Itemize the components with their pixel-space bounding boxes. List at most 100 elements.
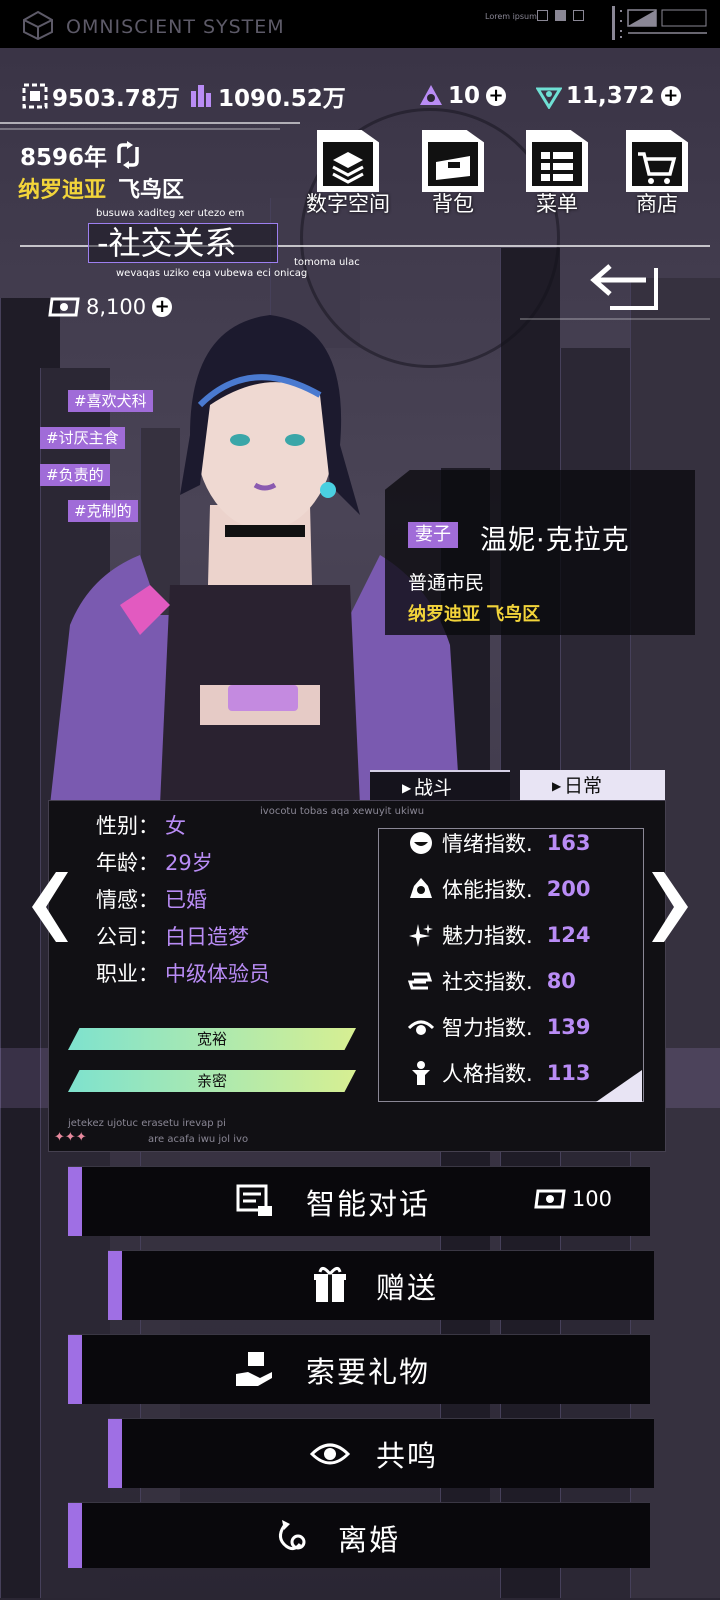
chat-button[interactable]: 智能对话 100 [68,1166,650,1236]
sparkle-icon [409,924,433,947]
stat-value: 139 [546,1015,591,1039]
info-age: 年龄： 29岁 [96,847,213,877]
info-value: 中级体验员 [165,962,270,986]
hand-gift-icon [236,1352,272,1386]
info-job: 职业： 中级体验员 [96,958,270,988]
corner-decor-icon [596,1070,642,1102]
nav-menu[interactable]: 菜单 [522,130,592,216]
stat-label: 魅力指数. [442,924,533,948]
accent-bar [68,1167,82,1236]
decor-icon [612,6,707,40]
person-icon [412,1061,430,1085]
nav-digital-space[interactable]: 数字空间 [306,130,390,216]
stat-fitness: 体能指数. 200 [408,874,591,904]
panel-caption-bottom: jetekez ujotuc erasetu irevap pi [68,1118,226,1129]
prev-arrow-icon[interactable] [28,872,72,942]
add-token-button[interactable]: + [486,86,507,106]
character-name: 温妮·克拉克 [480,525,630,556]
gift-button[interactable]: 赠送 [108,1250,654,1320]
chat-cost: 100 [534,1187,612,1211]
tab-combat-label: 战斗 [414,777,453,799]
info-key: 公司： [96,925,159,949]
stat-label: 社交指数. [442,970,533,994]
stat-emotion: 情绪指数. 163 [408,828,591,858]
tag: #喜欢犬科 [68,390,153,412]
tab-combat[interactable]: ▶ 战斗 [370,770,510,802]
close-icon[interactable] [573,10,584,21]
info-company: 公司： 白日造梦 [96,921,249,951]
tab-arrow-icon: ▶ [552,779,562,793]
panel-caption-top: ivocotu tobas aqa xewuyit ukiwu [260,806,425,817]
currency-crystal: 1090.52万 [188,80,346,112]
stat-label: 人格指数. [442,1062,533,1086]
stat-label: 智力指数. [442,1016,533,1040]
relation-badge: 妻子 [408,522,458,548]
info-value: 白日造梦 [165,925,249,949]
stat-value: 200 [546,877,591,901]
nav-label: 商店 [636,192,678,216]
district-area: 飞鸟区 [118,178,185,203]
stat-value: 113 [546,1061,591,1085]
info-value: 已婚 [165,888,207,912]
add-gem-button[interactable]: + [660,86,681,106]
social-icon [408,972,433,990]
minimize-icon[interactable] [537,10,548,21]
tab-daily[interactable]: ▶ 日常 [520,770,665,802]
money-value: 9503.78万 [52,86,180,112]
tag: #讨厌主食 [40,427,125,449]
divorce-button[interactable]: 离婚 [68,1502,650,1568]
info-key: 情感： [96,888,159,912]
divorce-label: 离婚 [338,1523,401,1557]
info-key: 年龄： [96,851,159,875]
accent-bar [68,1503,82,1568]
token-icon [420,85,442,105]
year-value: 8596年 [20,145,108,171]
eye-icon [309,1443,351,1465]
system-logo-icon [23,10,53,40]
ask-gift-button[interactable]: 索要礼物 [68,1334,650,1404]
system-lorem: Lorem ipsum [485,12,537,21]
accent-bar [108,1251,122,1320]
page-title: -社交关系 [88,223,278,263]
gem-icon [536,87,562,109]
fitness-icon [410,878,432,898]
token-value: 10 [448,83,481,109]
nav-backpack[interactable]: 背包 [418,130,488,216]
bag-icon [436,156,470,180]
crystal-icon [191,85,211,107]
section-caption-bottom: wevaqas uziko eqa vubewa eci onicag [116,268,308,279]
district-label: 纳罗迪亚 飞鸟区 [18,172,184,204]
stat-value: 80 [546,969,576,993]
smile-icon [410,832,432,854]
resonate-label: 共鸣 [376,1439,439,1473]
maximize-icon[interactable] [555,10,566,21]
panel-stars: ✦✦✦ [54,1130,87,1145]
bar-label: 宽裕 [196,1030,227,1048]
section-caption-top: busuwa xaditeg xer utezo em [96,208,245,219]
game-year: 8596年 [20,138,143,172]
back-arrow-icon[interactable] [590,258,670,318]
district-city: 纳罗迪亚 [18,178,107,203]
info-value: 女 [165,814,186,838]
stat-charm: 魅力指数. 124 [408,920,591,950]
gem-value: 11,372 [566,83,655,109]
nav-shop[interactable]: 商店 [622,130,692,216]
menu-list-icon [541,152,573,181]
chat-icon [236,1184,272,1216]
stat-value: 163 [546,831,591,855]
resonate-button[interactable]: 共鸣 [108,1418,654,1488]
chat-label: 智能对话 [306,1187,431,1221]
money-icon [22,83,48,109]
stat-personality: 人格指数. 113 [408,1058,591,1088]
next-arrow-icon[interactable] [648,872,692,942]
system-title: OMNISCIENT SYSTEM [66,16,285,38]
character-location: 纳罗迪亚 飞鸟区 [408,604,541,625]
ask-gift-label: 索要礼物 [306,1355,431,1389]
info-key: 性别： [96,814,159,838]
system-bar: OMNISCIENT SYSTEM Lorem ipsum [0,0,720,48]
layers-icon [332,152,364,184]
tab-daily-label: 日常 [564,775,603,797]
eye-icon [408,1020,434,1035]
refresh-icon[interactable] [113,141,143,169]
character-occupation: 普通市民 [408,572,485,594]
